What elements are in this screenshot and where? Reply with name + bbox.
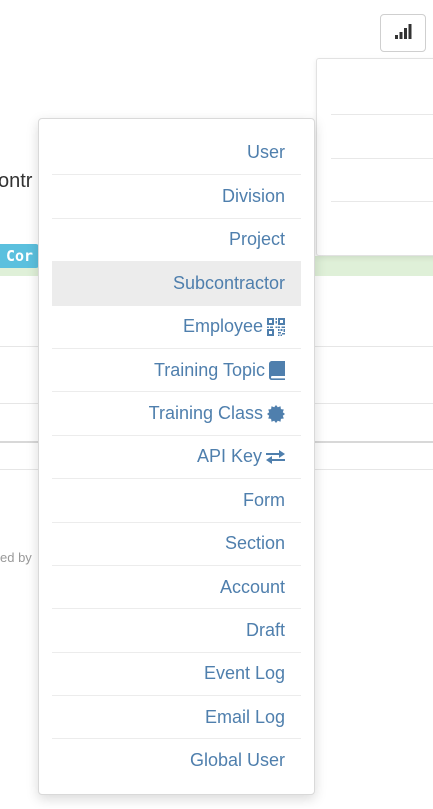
menu-item-label: Employee [182, 316, 263, 337]
divider [331, 201, 433, 202]
menu-item-training-topic[interactable]: Training Topic [52, 347, 301, 391]
menu-item-event-log[interactable]: Event Log [52, 651, 301, 695]
menu-item-training-class[interactable]: Training Class [52, 391, 301, 434]
menu-item-user[interactable]: User [52, 131, 301, 174]
menu-item-draft[interactable]: Draft [52, 608, 301, 651]
exchange-icon [266, 449, 285, 465]
menu-item-label: Section [224, 533, 285, 554]
menu-item-subcontractor[interactable]: Subcontractor [52, 261, 301, 305]
menu-item-label: Account [219, 576, 285, 597]
menu-item-label: Event Log [203, 663, 285, 684]
certificate-icon [267, 404, 285, 423]
qrcode-icon [267, 317, 285, 336]
divider [331, 158, 433, 159]
menu-item-label: Division [221, 186, 285, 207]
book-icon [269, 360, 285, 380]
divider [331, 114, 433, 115]
menu-item-account[interactable]: Account [52, 564, 301, 608]
menu-item-label: Training Class [148, 403, 263, 424]
menu-item-label: Global User [189, 750, 285, 771]
stats-button[interactable] [380, 14, 426, 52]
menu-item-project[interactable]: Project [52, 217, 301, 261]
menu-item-label: Form [243, 489, 285, 510]
menu-item-label: Training Topic [153, 359, 265, 380]
menu-item-division[interactable]: Division [52, 174, 301, 217]
menu-item-label: Project [228, 229, 285, 250]
menu-item-label: Subcontractor [172, 272, 285, 293]
menu-item-label: Draft [245, 619, 285, 640]
admin-dropdown-menu: User Division Project Subcontractor Empl… [38, 118, 315, 795]
page-title-partial: ontr [0, 170, 33, 192]
signal-bars-icon [394, 23, 412, 44]
page: ontr Cor ed by User Division Project Sub… [0, 0, 433, 809]
menu-item-employee[interactable]: Employee [52, 304, 301, 348]
menu-item-form[interactable]: Form [52, 478, 301, 521]
menu-item-label: User [246, 142, 285, 163]
menu-item-email-log[interactable]: Email Log [52, 695, 301, 738]
menu-item-section[interactable]: Section [52, 521, 301, 565]
footer-text-partial: ed by [0, 550, 32, 565]
secondary-dropdown-panel [316, 58, 433, 256]
menu-item-label: Email Log [204, 706, 285, 727]
menu-item-api-key[interactable]: API Key [52, 434, 301, 478]
menu-item-label: API Key [196, 446, 262, 467]
menu-item-global-user[interactable]: Global User [52, 738, 301, 781]
status-tag: Cor [0, 244, 40, 268]
